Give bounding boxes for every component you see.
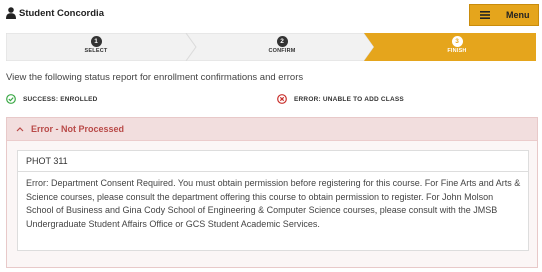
step-label: FINISH <box>447 48 467 54</box>
check-circle-icon <box>6 94 16 104</box>
step-finish: 3 FINISH <box>427 36 487 54</box>
chevron-up-icon <box>16 127 24 132</box>
legend-success: SUCCESS: ENROLLED <box>6 94 98 104</box>
step-select: 1 SELECT <box>66 36 126 54</box>
top-header: Student Concordia Menu <box>0 0 542 30</box>
hamburger-icon <box>480 11 490 19</box>
step-number: 3 <box>451 36 463 47</box>
step-label: CONFIRM <box>268 48 296 54</box>
legend-error: ERROR: UNABLE TO ADD CLASS <box>277 94 404 104</box>
step-number: 1 <box>90 36 102 47</box>
step-label: SELECT <box>84 48 108 54</box>
intro-text: View the following status report for enr… <box>6 72 304 83</box>
error-panel: Error - Not Processed PHOT 311 Error: De… <box>6 117 538 268</box>
error-message: Error: Department Consent Required. You … <box>17 171 529 251</box>
menu-button[interactable]: Menu <box>469 4 539 26</box>
error-panel-header[interactable]: Error - Not Processed <box>7 118 537 141</box>
error-panel-title: Error - Not Processed <box>31 124 125 134</box>
progress-steps: 1 SELECT 2 CONFIRM 3 FINISH <box>6 33 536 61</box>
legend-success-label: SUCCESS: ENROLLED <box>23 95 98 103</box>
menu-label: Menu <box>506 10 530 20</box>
user-icon <box>6 7 16 19</box>
step-confirm: 2 CONFIRM <box>252 36 312 54</box>
brand-label: Student Concordia <box>19 7 104 19</box>
legend-error-label: ERROR: UNABLE TO ADD CLASS <box>294 95 404 103</box>
brand[interactable]: Student Concordia <box>6 7 104 19</box>
step-number: 2 <box>276 36 288 47</box>
course-code: PHOT 311 <box>17 150 529 172</box>
x-circle-icon <box>277 94 287 104</box>
